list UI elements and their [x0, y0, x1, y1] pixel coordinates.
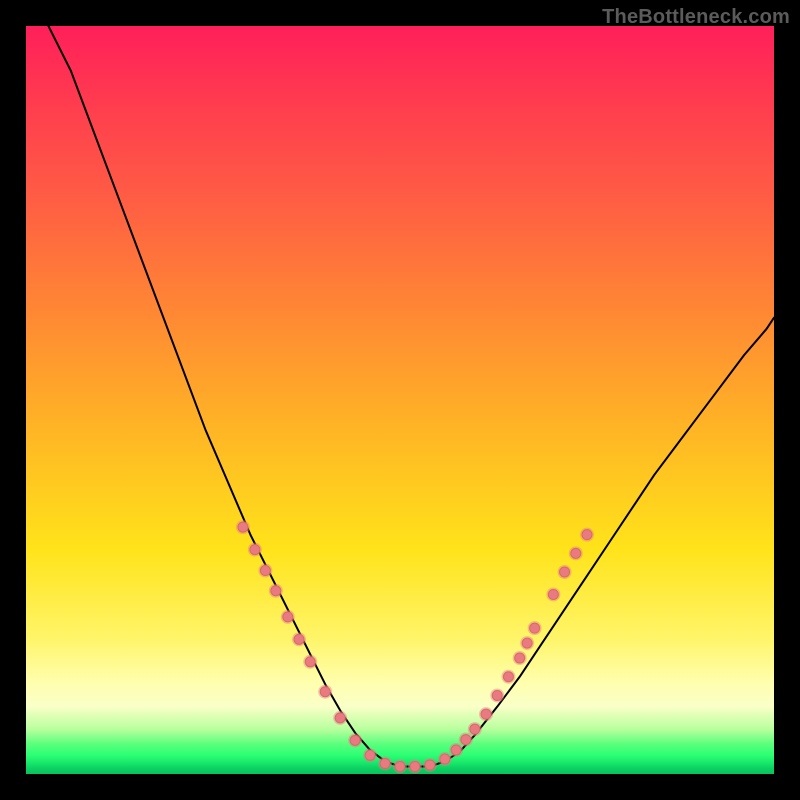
- marker-dot: [451, 745, 461, 755]
- marker-dot: [260, 566, 270, 576]
- marker-dot: [515, 653, 525, 663]
- marker-dot: [492, 690, 502, 700]
- marker-dot: [305, 657, 315, 667]
- chart-frame: [26, 26, 774, 774]
- marker-dot: [320, 687, 330, 697]
- marker-dot: [350, 735, 360, 745]
- marker-dot: [481, 709, 491, 719]
- marker-dot: [548, 589, 558, 599]
- marker-dot: [530, 623, 540, 633]
- marker-dot: [380, 759, 390, 769]
- marker-dot: [283, 612, 293, 622]
- marker-dot: [395, 762, 405, 772]
- marker-dot: [571, 548, 581, 558]
- marker-dot: [271, 586, 281, 596]
- marker-dot: [294, 634, 304, 644]
- marker-dot: [522, 638, 532, 648]
- bottleneck-curve: [48, 26, 774, 767]
- chart-overlay: [26, 26, 774, 774]
- marker-dot: [440, 754, 450, 764]
- marker-dot: [365, 750, 375, 760]
- marker-dot: [503, 672, 513, 682]
- marker-dot: [560, 567, 570, 577]
- marker-dot: [410, 762, 420, 772]
- marker-dot: [425, 760, 435, 770]
- marker-dot: [335, 713, 345, 723]
- marker-dot: [461, 735, 471, 745]
- marker-dot: [470, 724, 480, 734]
- marker-dot: [250, 545, 260, 555]
- marker-dot: [238, 522, 248, 532]
- marker-dot: [582, 530, 592, 540]
